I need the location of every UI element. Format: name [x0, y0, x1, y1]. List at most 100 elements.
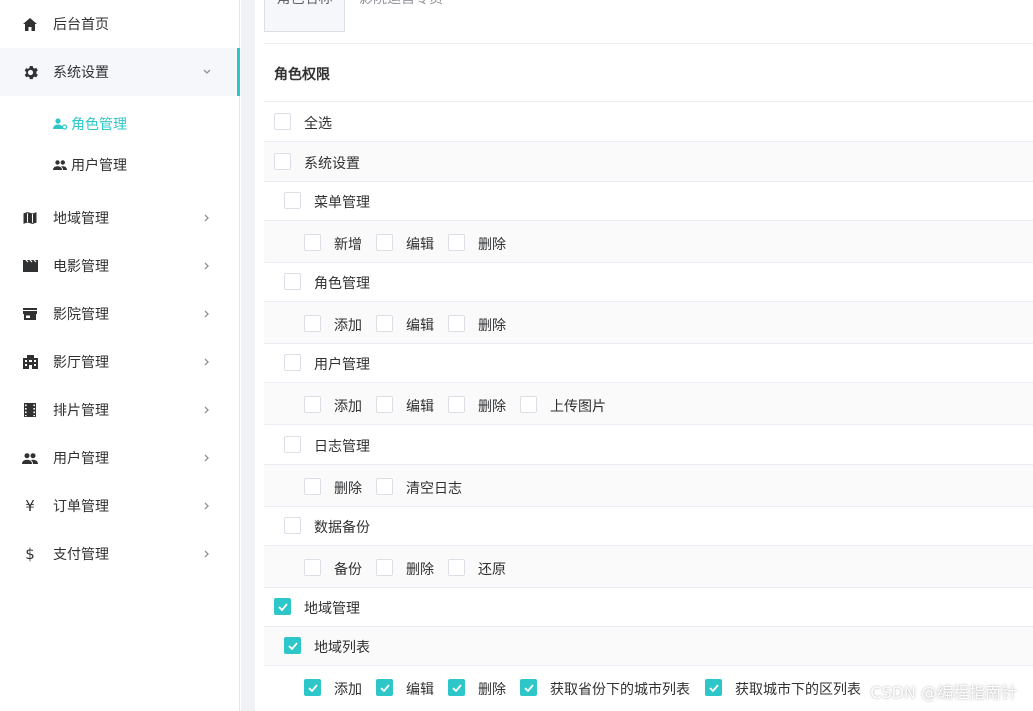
role-edit-form: 角色名称 影院运营专员 角色权限 全选 系统设置 菜单管理 新增 编辑 删除 角…	[255, 0, 1033, 711]
perm-row-select-all: 全选	[264, 102, 1033, 142]
checkbox-user-manage[interactable]	[284, 354, 301, 371]
menu-hall-label: 影厅管理	[53, 355, 109, 371]
checkbox-label: 数据备份	[314, 520, 370, 536]
checkbox-user-edit[interactable]	[376, 396, 393, 413]
checkbox-user-delete[interactable]	[448, 396, 465, 413]
checkbox-menu-add[interactable]	[304, 234, 321, 251]
checkbox-user-upload[interactable]	[520, 396, 537, 413]
menu-movie-label: 电影管理	[53, 259, 109, 275]
chevron-down-icon	[203, 68, 211, 76]
checkbox-label: 添加	[334, 399, 362, 415]
checkbox-label: 还原	[478, 562, 506, 578]
role-name-label: 角色名称	[264, 0, 345, 32]
checkbox-backup-delete[interactable]	[376, 559, 393, 576]
menu-schedule-label: 排片管理	[53, 403, 109, 419]
menu-movie[interactable]: 电影管理	[0, 242, 240, 290]
submenu-user-manage[interactable]: 用户管理	[0, 145, 240, 185]
perm-row-log-actions: 删除 清空日志	[264, 465, 1033, 507]
checkbox-label: 新增	[334, 237, 362, 253]
checkbox-region-list-districts[interactable]	[705, 679, 722, 696]
checkbox-label: 备份	[334, 562, 362, 578]
checkbox-menu-manage[interactable]	[284, 192, 301, 209]
menu-orders-label: 订单管理	[53, 499, 109, 515]
checkbox-log-clear[interactable]	[376, 478, 393, 495]
building-icon	[22, 354, 38, 370]
checkbox-data-backup[interactable]	[284, 517, 301, 534]
checkbox-backup-restore[interactable]	[448, 559, 465, 576]
checkbox-region-list-delete[interactable]	[448, 679, 465, 696]
checkbox-label: 编辑	[406, 237, 434, 253]
checkbox-label: 获取城市下的区列表	[735, 682, 861, 698]
perm-row-backup-actions: 备份 删除 还原	[264, 546, 1033, 588]
menu-payment-label: 支付管理	[53, 547, 109, 563]
film-strip-icon	[22, 402, 38, 418]
permissions-title: 角色权限	[274, 67, 330, 83]
sidebar-gutter	[241, 0, 255, 711]
role-name-input[interactable]: 影院运营专员	[359, 0, 443, 32]
checkbox-system-settings[interactable]	[274, 153, 291, 170]
checkbox-region-list-edit[interactable]	[376, 679, 393, 696]
dollar-icon: $	[25, 545, 35, 563]
menu-home[interactable]: 后台首页	[0, 0, 240, 48]
perm-row-user: 用户管理	[264, 344, 1033, 383]
checkbox-role-delete[interactable]	[448, 315, 465, 332]
perm-row-backup: 数据备份	[264, 507, 1033, 546]
menu-schedule[interactable]: 排片管理	[0, 386, 240, 434]
checkbox-label: 删除	[334, 481, 362, 497]
checkbox-label: 日志管理	[314, 439, 370, 455]
checkbox-role-edit[interactable]	[376, 315, 393, 332]
checkbox-label: 上传图片	[550, 399, 606, 415]
people-icon	[53, 158, 67, 172]
checkbox-label: 删除	[478, 682, 506, 698]
perm-row-system: 系统设置	[264, 142, 1033, 182]
checkbox-log-delete[interactable]	[304, 478, 321, 495]
perm-row-menu: 菜单管理	[264, 182, 1033, 221]
menu-users[interactable]: 用户管理	[0, 434, 240, 482]
chevron-right-icon	[203, 358, 211, 366]
checkbox-backup-backup[interactable]	[304, 559, 321, 576]
menu-hall[interactable]: 影厅管理	[0, 338, 240, 386]
menu-payment[interactable]: $ 支付管理	[0, 530, 240, 578]
menu-cinema[interactable]: 影院管理	[0, 290, 240, 338]
checkbox-label: 地域管理	[304, 601, 360, 617]
checkbox-menu-edit[interactable]	[376, 234, 393, 251]
checkbox-label: 编辑	[406, 682, 434, 698]
checkbox-menu-delete[interactable]	[448, 234, 465, 251]
menu-region-label: 地域管理	[53, 211, 109, 227]
checkbox-label: 系统设置	[304, 156, 360, 172]
home-icon	[22, 16, 38, 32]
chevron-right-icon	[203, 550, 211, 558]
checkbox-role-add[interactable]	[304, 315, 321, 332]
checkbox-log-manage[interactable]	[284, 436, 301, 453]
checkbox-user-add[interactable]	[304, 396, 321, 413]
checkbox-select-all[interactable]	[274, 113, 291, 130]
perm-row-role-actions: 添加 编辑 删除	[264, 302, 1033, 344]
user-settings-icon	[53, 117, 67, 131]
checkbox-label: 编辑	[406, 399, 434, 415]
checkbox-region-list-cities[interactable]	[520, 679, 537, 696]
menu-orders[interactable]: ¥ 订单管理	[0, 482, 240, 530]
checkbox-region-list[interactable]	[284, 637, 301, 654]
checkbox-region-manage[interactable]	[274, 598, 291, 615]
checkbox-role-manage[interactable]	[284, 273, 301, 290]
checkbox-label: 删除	[478, 318, 506, 334]
chevron-right-icon	[203, 406, 211, 414]
chevron-right-icon	[203, 454, 211, 462]
checkbox-label: 删除	[406, 562, 434, 578]
checkbox-label: 全选	[304, 116, 332, 132]
people-icon	[22, 450, 38, 466]
submenu-role-manage-label: 角色管理	[71, 117, 127, 133]
checkbox-label: 获取省份下的城市列表	[550, 682, 690, 698]
chevron-right-icon	[203, 262, 211, 270]
checkbox-region-list-add[interactable]	[304, 679, 321, 696]
chevron-right-icon	[203, 310, 211, 318]
menu-system-settings[interactable]: 系统设置	[0, 48, 240, 96]
checkbox-label: 添加	[334, 682, 362, 698]
menu-cinema-label: 影院管理	[53, 307, 109, 323]
perm-row-role: 角色管理	[264, 263, 1033, 302]
role-name-field: 角色名称 影院运营专员	[264, 0, 1033, 44]
menu-region[interactable]: 地域管理	[0, 194, 240, 242]
menu-users-label: 用户管理	[53, 451, 109, 467]
submenu-role-manage[interactable]: 角色管理	[0, 104, 240, 144]
menu-system-settings-label: 系统设置	[53, 65, 109, 81]
